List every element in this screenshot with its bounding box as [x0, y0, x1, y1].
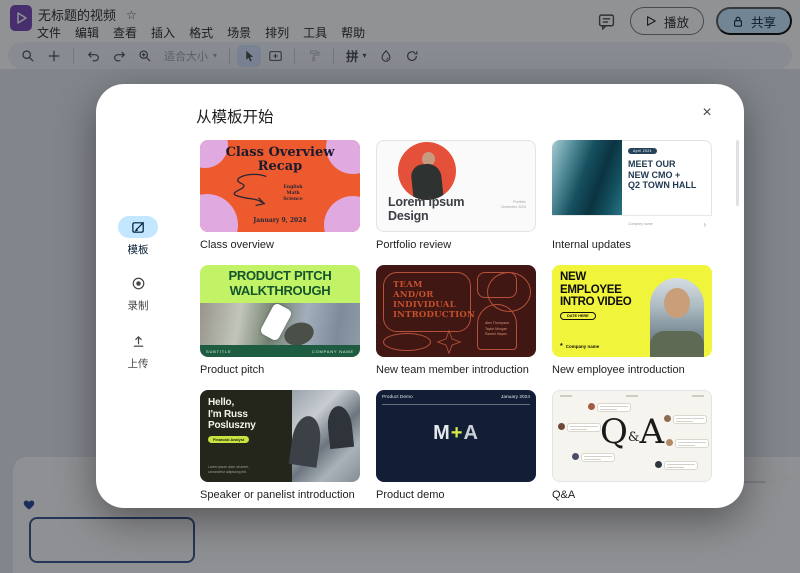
- sidebar-item-templates[interactable]: 模板: [114, 216, 162, 257]
- template-card-team-introduction[interactable]: TEAM AND/OR INDIVIDUAL INTRODUCTION Alex…: [376, 265, 536, 376]
- templates-icon: [131, 220, 146, 235]
- template-card-product-demo[interactable]: Product Demo January 2024 M+A Product de…: [376, 390, 536, 501]
- template-label: Speaker or panelist introduction: [200, 489, 355, 501]
- template-card-class-overview[interactable]: Class Overview Recap English Math Science…: [200, 140, 360, 251]
- handshake-photo: [288, 390, 360, 482]
- template-label: Internal updates: [552, 239, 631, 251]
- star-shape-icon: [436, 329, 462, 355]
- chevron-right-icon: ›: [703, 220, 706, 229]
- template-grid: Class Overview Recap English Math Science…: [200, 140, 712, 501]
- template-card-new-employee[interactable]: NEW EMPLOYEE INTRO VIDEO DATE HERE * Com…: [552, 265, 712, 376]
- template-label: Product pitch: [200, 364, 265, 376]
- template-label: Portfolio review: [376, 239, 452, 251]
- template-card-product-pitch[interactable]: PRODUCT PITCH WALKTHROUGH SUBTITLE COMPAN…: [200, 265, 360, 376]
- template-label: New employee introduction: [552, 364, 685, 376]
- template-label: New team member introduction: [376, 364, 529, 376]
- record-icon: [131, 276, 146, 291]
- portrait-photo: [398, 142, 456, 200]
- template-label: Q&A: [552, 489, 576, 501]
- asterisk-icon: *: [560, 343, 563, 350]
- template-picker-dialog: 从模板开始 × 模板 录制 上传 Class Overview Recap En…: [96, 84, 744, 508]
- template-label: Product demo: [376, 489, 445, 501]
- template-card-qa[interactable]: Q&A Q&A: [552, 390, 712, 501]
- template-card-speaker-introduction[interactable]: Hello, I'm Russ Posluszny Financial Anal…: [200, 390, 360, 501]
- employee-photo: [650, 278, 704, 357]
- sidebar-item-record[interactable]: 录制: [114, 272, 162, 313]
- template-card-internal-updates[interactable]: April 2024 MEET OUR NEW CMO + Q2 TOWN HA…: [552, 140, 712, 251]
- upload-icon: [131, 334, 146, 349]
- sidebar-item-upload[interactable]: 上传: [114, 330, 162, 371]
- scrollbar-thumb[interactable]: [736, 140, 739, 206]
- building-photo: [552, 140, 622, 215]
- template-label: Class overview: [200, 239, 274, 251]
- dialog-title: 从模板开始: [196, 109, 274, 126]
- template-card-portfolio-review[interactable]: Lorem Ipsum Design Portfolio November 2024…: [376, 140, 536, 251]
- close-icon[interactable]: ×: [696, 102, 718, 124]
